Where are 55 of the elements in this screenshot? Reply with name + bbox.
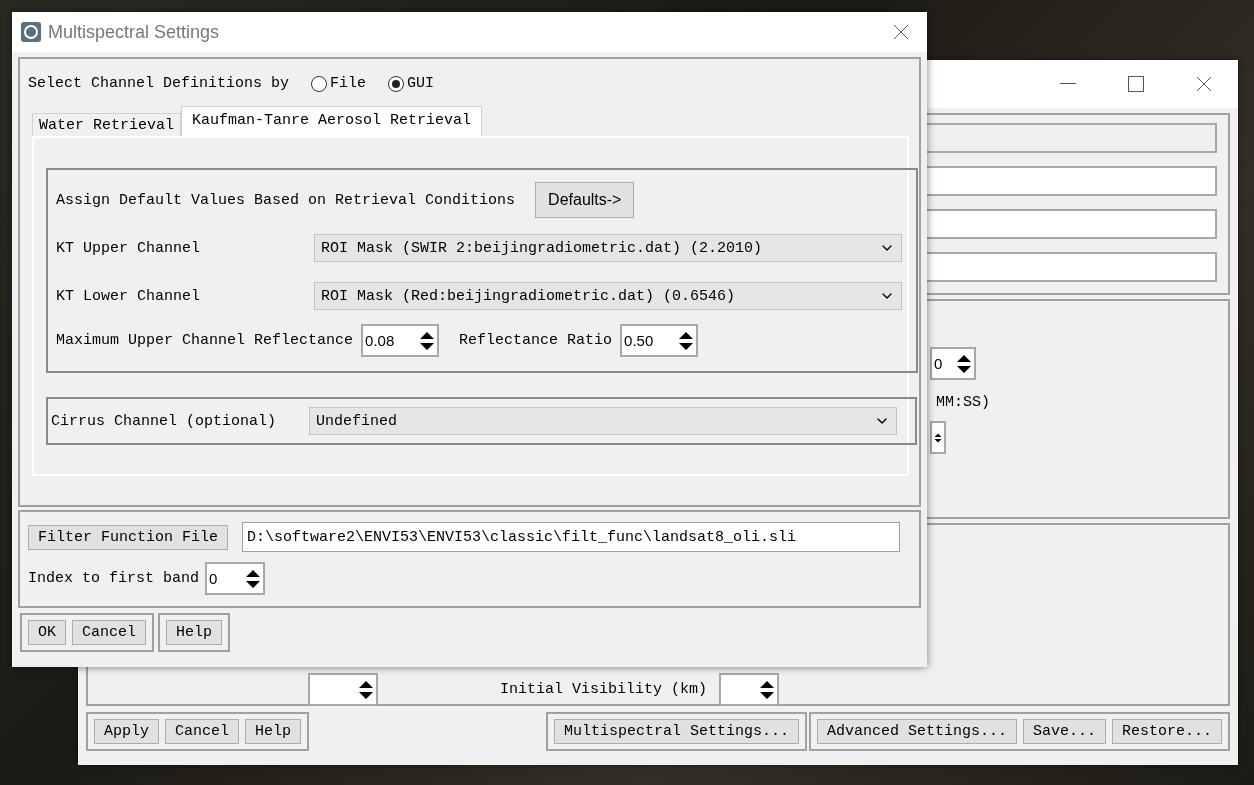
close-icon[interactable] xyxy=(1196,76,1212,92)
reflectance-label: Maximum Upper Channel Reflectance xyxy=(56,332,354,349)
reflectance-label: Reflectance Ratio xyxy=(459,332,613,349)
radio-button[interactable] xyxy=(311,75,328,92)
dialog-button[interactable]: Cancel xyxy=(165,719,240,744)
spinner-field[interactable] xyxy=(308,673,378,706)
dialog-button[interactable]: Cancel xyxy=(72,620,147,645)
spinner-value: 0 xyxy=(209,570,218,587)
spinner-field[interactable]: 0.50 xyxy=(620,324,699,357)
defaults-button[interactable]: Defaults-> xyxy=(535,182,635,218)
cirrus-label: Cirrus Channel (optional) xyxy=(51,412,277,430)
tab[interactable]: Water Retrieval xyxy=(32,113,182,136)
dialog-button[interactable]: Restore... xyxy=(1112,719,1222,744)
visibility-label: Initial Visibility (km) xyxy=(500,681,708,698)
radio-option[interactable]: GUI xyxy=(388,75,435,92)
spinner-value: 0 xyxy=(934,355,943,372)
spinner-arrows-icon[interactable] xyxy=(358,678,374,701)
spinner-arrows-icon[interactable] xyxy=(759,678,776,701)
dialog-button[interactable]: Help xyxy=(245,719,302,744)
channel-dropdown[interactable]: ROI Mask (Red:beijingradiometric.dat) (0.6546) xyxy=(314,282,902,310)
dialog-button[interactable]: Advanced Settings... xyxy=(816,719,1017,744)
time-format-label: MM:SS) xyxy=(936,394,990,411)
spinner-value: 0.08 xyxy=(365,332,395,349)
close-icon[interactable] xyxy=(893,24,909,40)
first-band-label: Index to first band xyxy=(28,570,200,587)
spinner-field[interactable]: 0 xyxy=(930,347,976,380)
filter-function-file-button[interactable]: Filter Function File xyxy=(28,524,229,550)
spinner-arrows-icon[interactable] xyxy=(678,329,695,352)
radio-option[interactable]: File xyxy=(311,75,367,92)
spinner-arrows-icon[interactable] xyxy=(245,567,262,590)
dialog-button[interactable]: Multispectral Settings... xyxy=(553,719,799,744)
app-logo-icon xyxy=(20,21,42,43)
cirrus-dropdown[interactable]: Undefined xyxy=(309,407,897,435)
spinner-field[interactable] xyxy=(719,673,780,706)
dialog-title: Multispectral Settings xyxy=(48,21,220,43)
spinner-field[interactable]: 0.08 xyxy=(361,324,440,357)
minimize-icon[interactable] xyxy=(1060,83,1076,85)
channel-label: KT Lower Channel xyxy=(56,287,201,305)
defaults-label: Assign Default Values Based on Retrieval Conditions xyxy=(56,191,516,209)
spinner-arrows-icon[interactable] xyxy=(956,352,972,375)
spinner-arrows-icon[interactable] xyxy=(419,329,436,352)
channel-source-label: Select Channel Definitions by xyxy=(28,75,290,92)
dialog-button[interactable]: Help xyxy=(166,620,223,645)
spinner-field[interactable] xyxy=(930,421,946,454)
tab[interactable]: Kaufman-Tanre Aerosol Retrieval xyxy=(181,106,483,136)
maximize-icon[interactable] xyxy=(1128,76,1144,92)
radio-button[interactable] xyxy=(388,75,405,92)
spinner-value: 0.50 xyxy=(624,332,654,349)
dialog-button[interactable]: Save... xyxy=(1022,719,1106,744)
channel-dropdown[interactable]: ROI Mask (SWIR 2:beijingradiometric.dat) (2.2010) xyxy=(314,234,902,262)
dialog-button[interactable]: OK xyxy=(28,620,66,645)
spinner-field[interactable]: 0 xyxy=(205,562,266,595)
file-path-field[interactable]: D:\software2\ENVI53\ENVI53\classic\filt_func\landsat8_oli.sli xyxy=(242,522,901,552)
dialog-button[interactable]: Apply xyxy=(94,719,159,744)
channel-label: KT Upper Channel xyxy=(56,239,201,257)
